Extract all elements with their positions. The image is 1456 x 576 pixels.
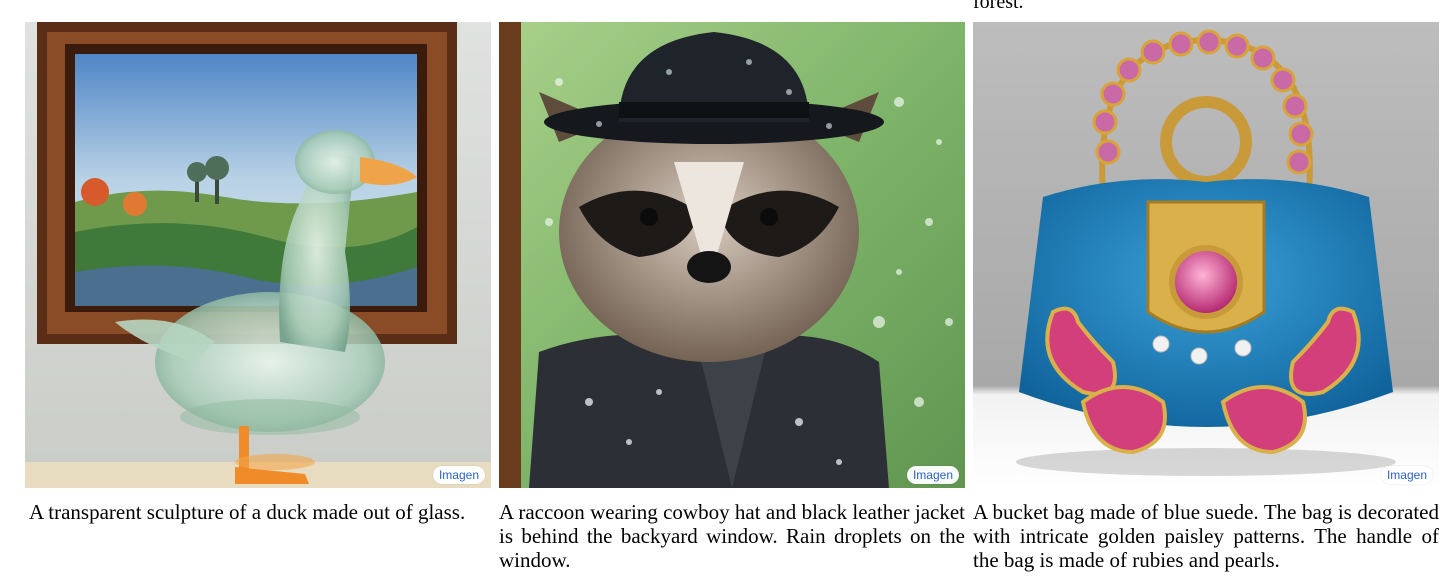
glass-duck-illustration [25,22,491,488]
previous-caption-fragment: forest. [973,0,1024,13]
bucket-bag-illustration [973,22,1439,488]
duck-caption: A transparent sculpture of a duck made o… [29,500,466,524]
bucket-bag-image: Imagen [973,22,1439,488]
raccoon-caption: A raccoon wearing cowboy hat and black l… [499,500,965,572]
duck-image: Imagen [25,22,491,488]
imagen-badge: Imagen [1380,466,1433,484]
imagen-badge: Imagen [432,466,485,484]
raccoon-image: Imagen [499,22,965,488]
bucket-bag-caption: A bucket bag made of blue suede. The bag… [973,500,1439,572]
raccoon-illustration [499,22,965,488]
imagen-badge: Imagen [906,466,959,484]
